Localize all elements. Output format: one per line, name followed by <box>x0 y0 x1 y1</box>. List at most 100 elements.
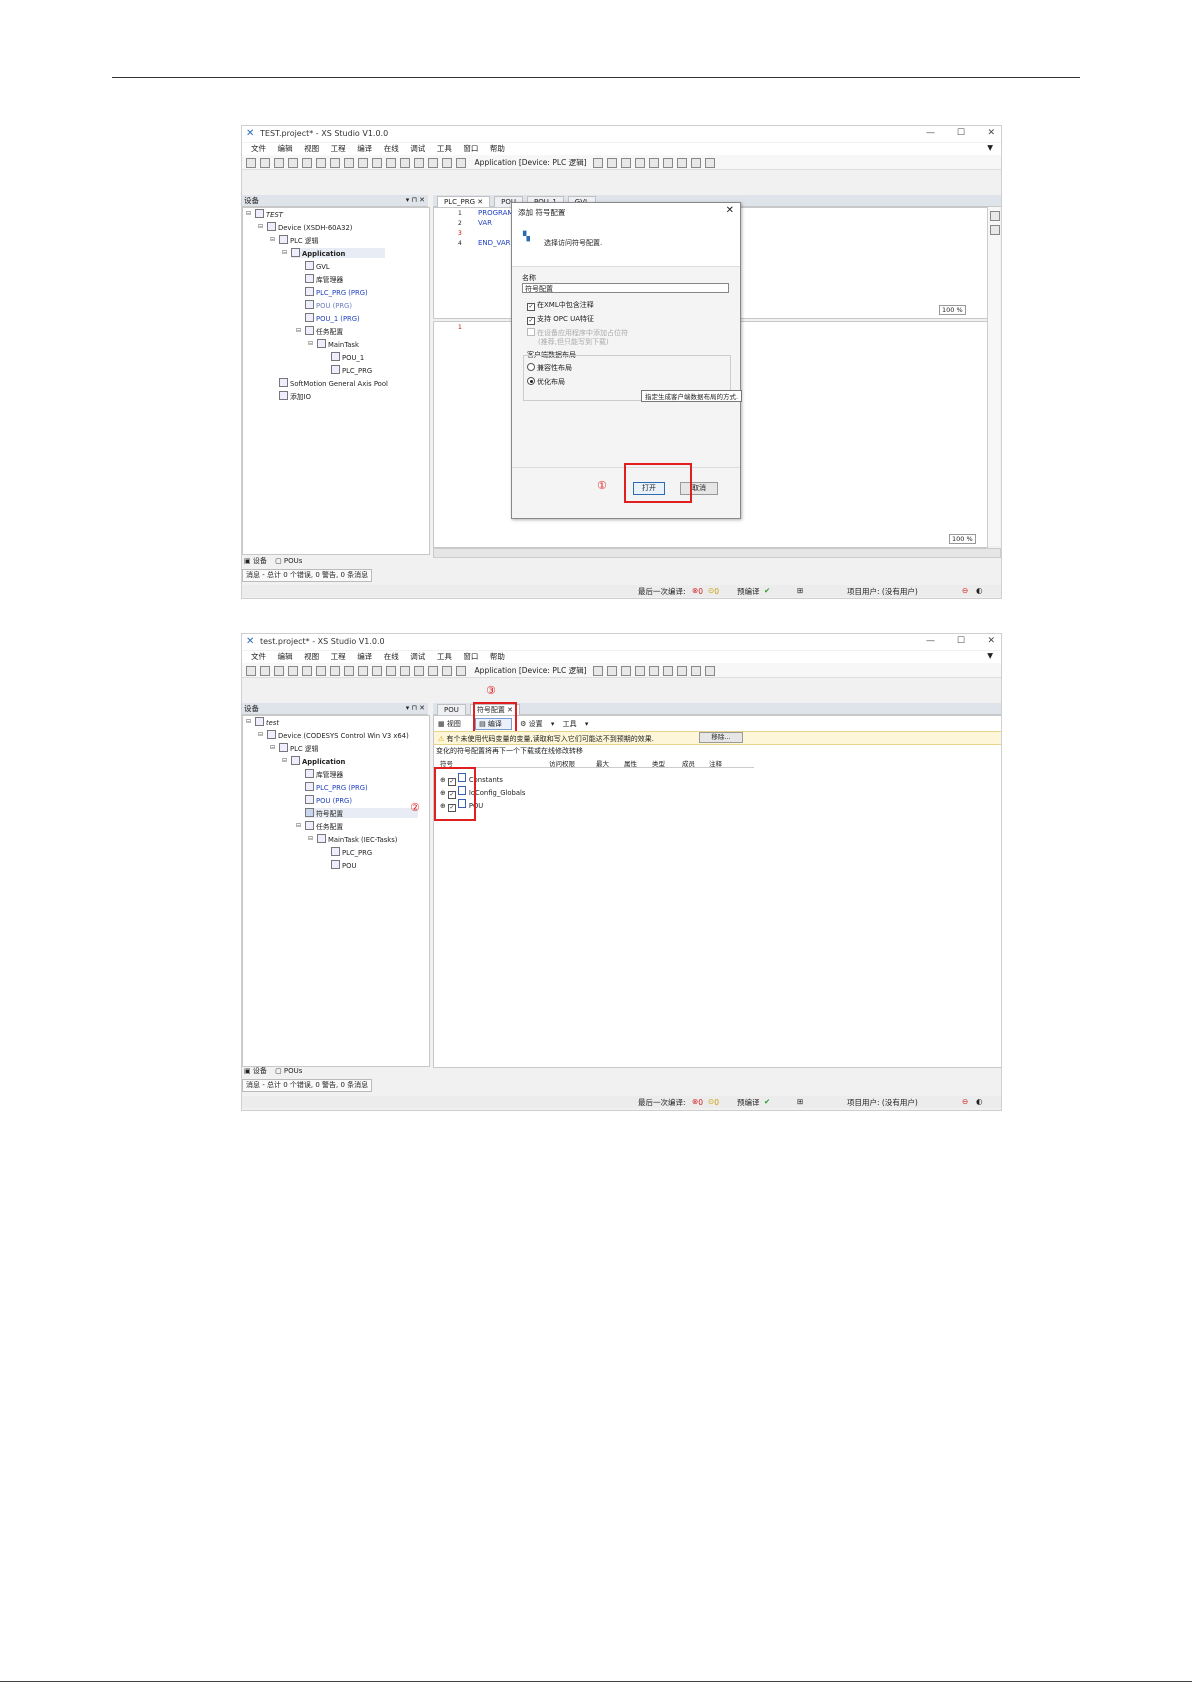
minimize-button[interactable]: — <box>926 636 935 646</box>
build-icon[interactable] <box>442 666 452 676</box>
close-button[interactable]: ✕ <box>987 128 995 138</box>
name-input[interactable]: 符号配置 <box>522 283 729 293</box>
menu-debug[interactable]: 调试 <box>410 651 425 662</box>
zoom-select-top[interactable]: 100 % <box>939 305 966 315</box>
new-icon[interactable] <box>246 666 256 676</box>
shield-icon[interactable]: ◐ <box>976 1097 983 1106</box>
menu-help[interactable]: 帮助 <box>490 143 505 154</box>
step-icon[interactable] <box>677 666 688 676</box>
maximize-button[interactable]: ☐ <box>957 636 965 646</box>
window-icon[interactable] <box>456 666 466 676</box>
maximize-button[interactable]: ☐ <box>957 128 965 138</box>
menu-project[interactable]: 工程 <box>331 143 346 154</box>
step-out-icon[interactable] <box>705 158 716 168</box>
filter-icon[interactable]: ▼ <box>987 143 993 152</box>
cut-icon[interactable] <box>330 666 340 676</box>
network-icon[interactable]: ⊞ <box>797 586 803 595</box>
tree-node-pou1[interactable]: POU_1 (PRG) <box>305 313 360 323</box>
minimize-button[interactable]: — <box>926 128 935 138</box>
tree-node-plc-logic[interactable]: PLC 逻辑 <box>279 235 318 245</box>
tree-node-task-plc-prg[interactable]: PLC_PRG <box>331 365 372 375</box>
warning-icon[interactable]: ⊙ 0 <box>708 586 719 596</box>
panel-controls[interactable]: ▾ ⊓ ✕ <box>406 195 425 206</box>
menu-online[interactable]: 在线 <box>384 651 399 662</box>
view-button[interactable]: ▦ 视图 <box>438 719 467 729</box>
settings-button[interactable]: ⚙ 设置 ▾ <box>520 719 554 729</box>
opc-ua-checkbox[interactable]: ✓ 支持 OPC UA特征 <box>527 314 594 325</box>
undo-icon[interactable] <box>302 666 312 676</box>
warning-icon[interactable]: ⊙ 0 <box>708 1097 719 1107</box>
tree-node-task-config[interactable]: 任务配置 <box>305 326 343 336</box>
tree-node-plc-logic[interactable]: PLC 逻辑 <box>279 743 318 753</box>
close-button[interactable]: ✕ <box>987 636 995 646</box>
alert-icon[interactable]: ⊖ <box>962 586 968 595</box>
breakpoint-icon[interactable] <box>663 158 674 168</box>
bookmark-next-icon[interactable] <box>428 158 438 168</box>
messages-tab[interactable]: 消息 - 总计 0 个错误, 0 警告, 0 条消息 <box>242 569 373 582</box>
bookmark-icon[interactable] <box>414 158 424 168</box>
find-icon[interactable] <box>386 666 396 676</box>
tools-button[interactable]: 工具 ▾ <box>563 719 589 729</box>
tree-node-plc-prg[interactable]: PLC_PRG (PRG) <box>305 782 368 792</box>
print-icon[interactable] <box>288 158 298 168</box>
tab-pou[interactable]: POU <box>437 704 466 715</box>
menu-tools[interactable]: 工具 <box>437 651 452 662</box>
col-member[interactable]: 成员 <box>682 758 695 768</box>
tab-pous[interactable]: ▢ POUs <box>275 557 302 565</box>
menu-tools[interactable]: 工具 <box>437 143 452 154</box>
save-icon[interactable] <box>274 158 284 168</box>
menu-edit[interactable]: 编辑 <box>278 651 293 662</box>
menu-online[interactable]: 在线 <box>384 143 399 154</box>
tree-node-softmotion[interactable]: SoftMotion General Axis Pool <box>279 378 388 388</box>
filter-icon[interactable]: ▼ <box>987 651 993 660</box>
messages-tab[interactable]: 消息 - 总计 0 个错误, 0 警告, 0 条消息 <box>242 1079 373 1092</box>
tree-node-application[interactable]: Application <box>291 756 345 766</box>
tree-node-maintask[interactable]: MainTask (IEC-Tasks) <box>317 834 397 844</box>
open-icon[interactable] <box>260 666 270 676</box>
tree-node-device[interactable]: Device (XSDH-60A32) <box>267 222 352 232</box>
tree-node-maintask[interactable]: MainTask <box>317 339 359 349</box>
shield-icon[interactable]: ◐ <box>976 586 983 595</box>
remove-button[interactable]: 移除... <box>699 732 743 743</box>
logout-icon[interactable] <box>607 666 618 676</box>
col-comment[interactable]: 注释 <box>709 758 722 768</box>
window-icon[interactable] <box>456 158 466 168</box>
tree-node-device[interactable]: Device (CODESYS Control Win V3 x64) <box>267 730 409 740</box>
undo-icon[interactable] <box>302 158 312 168</box>
login-icon[interactable] <box>593 666 604 676</box>
stop-icon[interactable] <box>635 666 646 676</box>
step-over-icon[interactable] <box>691 158 702 168</box>
col-attribute[interactable]: 属性 <box>624 758 637 768</box>
tree-node-task-pou[interactable]: POU <box>331 860 356 870</box>
replace-icon[interactable] <box>400 666 410 676</box>
tab-devices[interactable]: ▣ 设备 <box>244 1067 267 1075</box>
tree-node-project[interactable]: TEST <box>255 209 283 219</box>
save-icon[interactable] <box>274 666 284 676</box>
col-access[interactable]: 访问权限 <box>549 758 575 768</box>
tree-node-application[interactable]: Application <box>291 248 386 258</box>
replace-icon[interactable] <box>400 158 410 168</box>
optimized-layout-radio[interactable]: 优化布局 <box>527 377 565 387</box>
run-icon[interactable] <box>621 666 632 676</box>
tree-node-pou[interactable]: POU (PRG) <box>305 795 352 805</box>
table-view-icon[interactable] <box>990 225 1000 235</box>
menu-build[interactable]: 编译 <box>357 143 372 154</box>
delete-icon[interactable] <box>372 666 382 676</box>
tree-node-library-manager[interactable]: 库管理器 <box>305 769 343 779</box>
menu-edit[interactable]: 编辑 <box>278 143 293 154</box>
zoom-select-bottom[interactable]: 100 % <box>949 534 976 544</box>
menu-build[interactable]: 编译 <box>357 651 372 662</box>
redo-icon[interactable] <box>316 158 326 168</box>
menu-view[interactable]: 视图 <box>304 143 319 154</box>
include-comments-checkbox[interactable]: ✓ 在XML中包含注释 <box>527 300 594 311</box>
col-max[interactable]: 最大 <box>596 758 609 768</box>
error-icon[interactable]: ⊗ 0 <box>692 586 703 596</box>
menu-file[interactable]: 文件 <box>251 651 266 662</box>
panel-controls[interactable]: ▾ ⊓ ✕ <box>406 703 425 714</box>
build-icon[interactable] <box>442 158 452 168</box>
tree-node-pou[interactable]: POU (PRG) <box>305 300 352 310</box>
horizontal-scrollbar[interactable] <box>433 548 1001 558</box>
tab-pous[interactable]: ▢ POUs <box>275 1067 302 1075</box>
tab-plc-prg[interactable]: PLC_PRG ✕ <box>437 196 491 207</box>
tree-node-project[interactable]: test <box>255 717 279 727</box>
